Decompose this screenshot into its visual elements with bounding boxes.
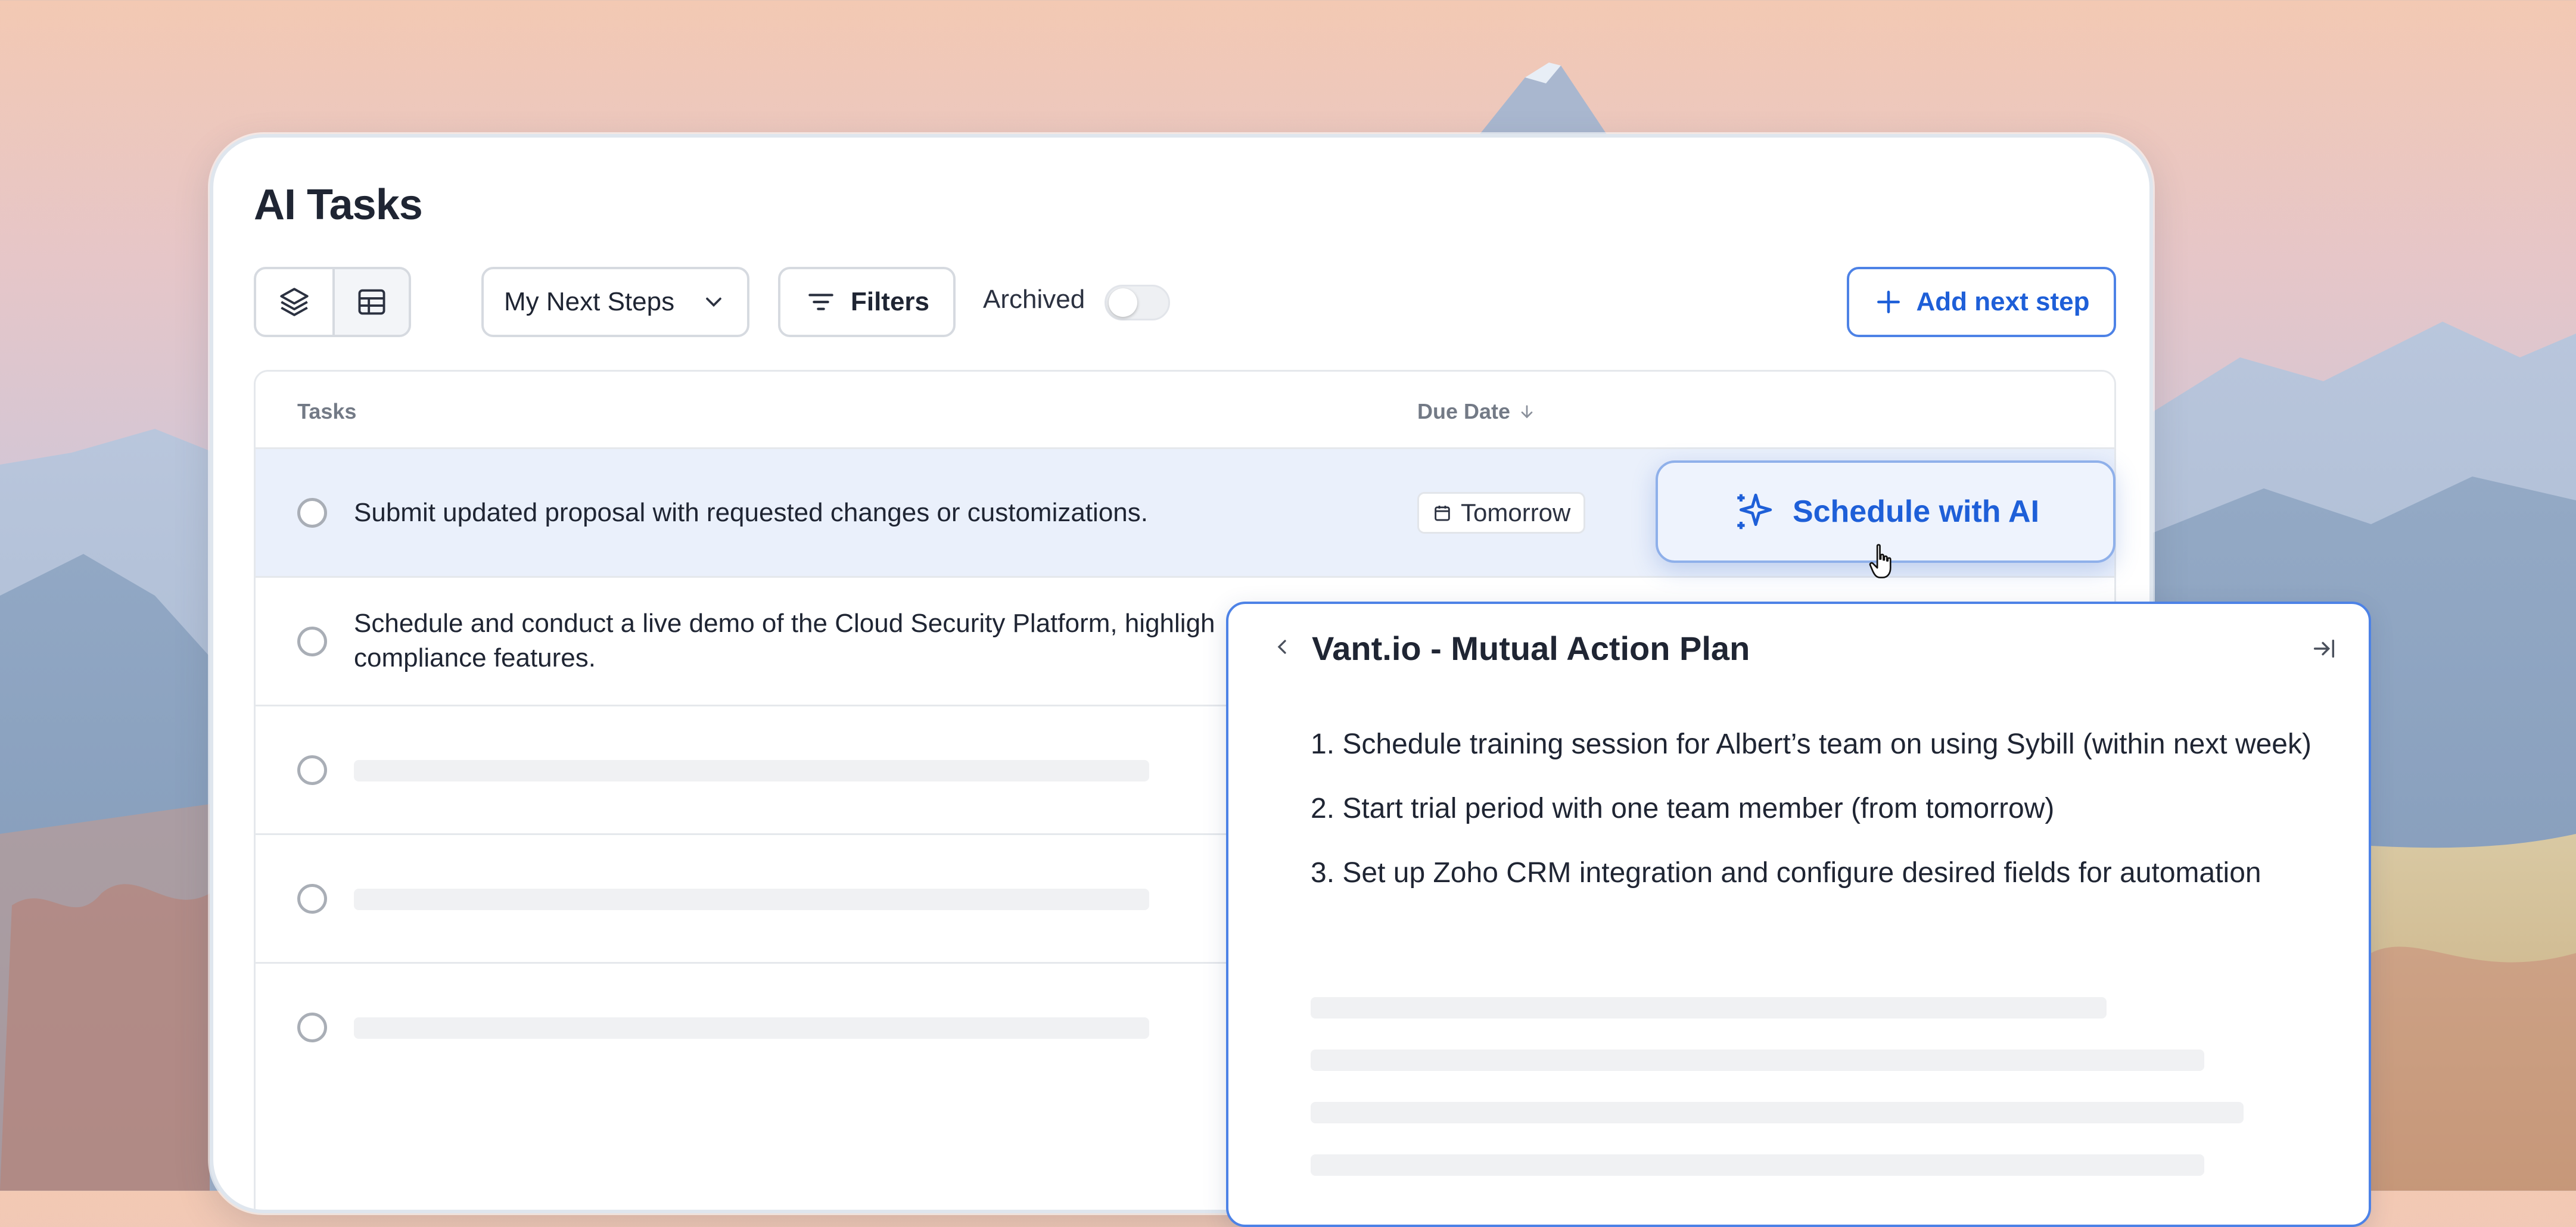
due-date-value: Tomorrow — [1461, 499, 1571, 527]
plus-icon — [1877, 291, 1900, 313]
arrow-down-icon — [1521, 405, 1533, 419]
table-header: Tasks Due Date — [256, 372, 2114, 449]
sparkle-icon — [1737, 493, 1772, 530]
action-plan-list: 1. Schedule training session for Albert’… — [1311, 723, 2323, 916]
skeleton-bar — [1311, 1154, 2204, 1176]
schedule-with-ai-label: Schedule with AI — [1792, 494, 2040, 529]
column-header-tasks[interactable]: Tasks — [297, 399, 356, 424]
skeleton-bar — [1311, 1102, 2244, 1123]
layers-view-button[interactable] — [256, 269, 332, 335]
task-text: Submit updated proposal with requested c… — [354, 498, 1148, 527]
column-header-due-date[interactable]: Due Date — [1417, 399, 1536, 424]
task-complete-checkbox[interactable] — [297, 1013, 327, 1042]
action-plan-item: 1. Schedule training session for Albert’… — [1311, 728, 2311, 760]
filters-button[interactable]: Filters — [778, 267, 956, 337]
add-next-step-button[interactable]: Add next step — [1847, 267, 2116, 337]
table-view-button[interactable] — [332, 269, 409, 335]
add-next-step-label: Add next step — [1916, 287, 2090, 316]
chevron-down-icon — [706, 297, 721, 307]
filter-icon — [808, 294, 833, 310]
collapse-panel-icon[interactable] — [2310, 635, 2338, 662]
panel-title: Vant.io - Mutual Action Plan — [1312, 630, 1750, 667]
due-date-chip[interactable]: Tomorrow — [1417, 492, 1586, 534]
skeleton-bar — [354, 889, 1149, 910]
archived-label: Archived — [983, 285, 1085, 314]
action-plan-item: 2. Start trial period with one team memb… — [1311, 793, 2055, 824]
layers-icon — [280, 288, 309, 316]
skeleton-bar — [1311, 997, 2107, 1019]
task-complete-checkbox[interactable] — [297, 627, 327, 656]
chevron-left-icon[interactable] — [1270, 635, 1294, 659]
skeleton-bar — [1311, 1050, 2204, 1071]
calendar-icon — [1435, 505, 1450, 521]
filters-label: Filters — [850, 287, 930, 316]
task-complete-checkbox[interactable] — [297, 884, 327, 914]
task-complete-checkbox[interactable] — [297, 755, 327, 785]
toggle-knob — [1109, 288, 1137, 317]
hand-cursor-icon — [1869, 544, 1891, 578]
view-toggle — [254, 267, 411, 337]
task-complete-checkbox[interactable] — [297, 498, 327, 528]
archived-toggle[interactable] — [1105, 285, 1170, 320]
skeleton-bar — [354, 1017, 1149, 1039]
table-icon — [358, 289, 385, 315]
action-plan-item: 3. Set up Zoho CRM integration and confi… — [1311, 857, 2261, 889]
toolbar: My Next Steps Filters Archived Add next … — [254, 267, 2116, 338]
view-select-dropdown[interactable]: My Next Steps — [481, 267, 749, 337]
page-title: AI Tasks — [254, 181, 423, 229]
due-date-header-label: Due Date — [1417, 399, 1511, 423]
skeleton-bar — [354, 760, 1149, 781]
task-text-line-2: compliance features. — [354, 643, 596, 672]
view-select-value: My Next Steps — [504, 287, 675, 316]
task-text-line-1: Schedule and conduct a live demo of the … — [354, 609, 1215, 638]
mutual-action-plan-panel: Vant.io - Mutual Action Plan 1. Schedule… — [1226, 602, 2371, 1227]
